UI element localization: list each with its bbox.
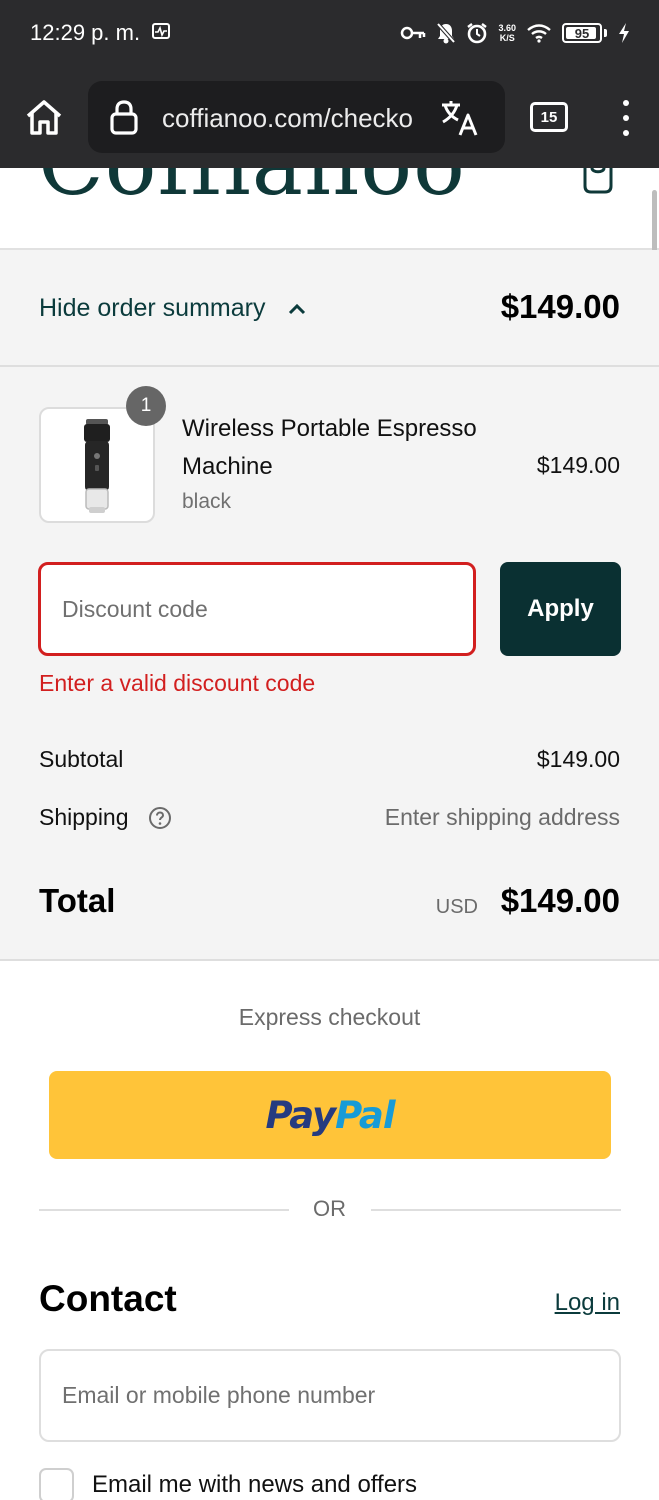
lock-icon[interactable] — [108, 99, 140, 135]
status-bar: 12:29 p. m. 3.60 K/S 95 — [0, 0, 659, 66]
subtotal-value: $149.00 — [536, 746, 620, 772]
net-speed: 3.60 K/S — [498, 23, 516, 43]
shipping-label: Shipping — [39, 804, 129, 830]
apply-discount-button[interactable]: Apply — [500, 562, 621, 656]
paypal-logo-pal: Pal — [335, 1093, 395, 1137]
tab-count: 15 — [540, 108, 558, 126]
paypal-logo: PayPal — [265, 1093, 395, 1137]
battery-tip — [604, 29, 607, 37]
newsletter-checkbox-label[interactable]: Email me with news and offers — [92, 1471, 417, 1499]
status-time: 12:29 p. m. — [30, 20, 141, 45]
shopping-bag-icon[interactable] — [582, 168, 614, 194]
discount-error-message: Enter a valid discount code — [39, 670, 316, 696]
log-in-link[interactable]: Log in — [555, 1289, 620, 1317]
more-vert-icon[interactable] — [614, 98, 638, 138]
paypal-logo-pay: Pay — [265, 1093, 336, 1137]
help-circle-icon[interactable] — [148, 806, 172, 830]
espresso-machine-image — [84, 419, 110, 513]
key-icon — [401, 26, 426, 40]
url-text[interactable]: coffianoo.com/checkout — [162, 103, 414, 133]
product-name: Wireless Portable Espresso Machine — [182, 415, 477, 480]
store-header: Coffianoo — [0, 168, 659, 250]
chevron-up-icon[interactable] — [288, 302, 306, 316]
alarm-icon — [467, 23, 488, 44]
or-divider-right — [371, 1209, 621, 1211]
bell-off-icon — [436, 22, 456, 44]
heart-pulse-icon — [152, 23, 170, 39]
home-icon — [26, 100, 62, 135]
total-currency: USD — [435, 896, 478, 918]
net-speed-unit: K/S — [499, 33, 515, 43]
order-summary-toggle-label[interactable]: Hide order summary — [39, 294, 265, 323]
battery-icon: 95 — [562, 23, 602, 43]
total-value: $149.00 — [500, 882, 620, 919]
contact-heading: Contact — [39, 1278, 177, 1319]
subtotal-label: Subtotal — [39, 746, 124, 772]
shipping-value: Enter shipping address — [384, 804, 620, 830]
home-button[interactable] — [22, 96, 66, 138]
store-logo[interactable]: Coffianoo — [38, 168, 466, 208]
order-summary: Hide order summary $149.00 1 Wireless Po… — [0, 250, 659, 961]
product-variant: black — [182, 490, 232, 513]
quantity-badge: 1 — [126, 386, 166, 426]
newsletter-checkbox[interactable] — [39, 1468, 74, 1500]
total-label: Total — [39, 882, 116, 919]
browser-chrome: 12:29 p. m. 3.60 K/S 95 coffianoo.com/ch… — [0, 0, 659, 168]
address-bar[interactable]: coffianoo.com/checkout — [88, 81, 505, 153]
express-checkout-title: Express checkout — [238, 1004, 421, 1030]
order-summary-total: $149.00 — [500, 288, 620, 325]
paypal-button[interactable]: PayPal — [49, 1071, 611, 1159]
discount-code-input[interactable] — [38, 562, 476, 656]
product-price: $149.00 — [536, 452, 620, 478]
email-or-phone-input[interactable] — [39, 1349, 621, 1442]
charging-icon — [619, 23, 629, 43]
status-icons: 3.60 K/S 95 — [400, 18, 631, 48]
tabs-button[interactable]: 15 — [530, 102, 568, 132]
wifi-icon — [527, 24, 551, 43]
battery-percent: 95 — [574, 25, 590, 41]
order-summary-toggle[interactable]: Hide order summary $149.00 — [0, 250, 659, 367]
net-speed-value: 3.60 — [498, 23, 516, 33]
translate-icon[interactable] — [438, 97, 480, 139]
